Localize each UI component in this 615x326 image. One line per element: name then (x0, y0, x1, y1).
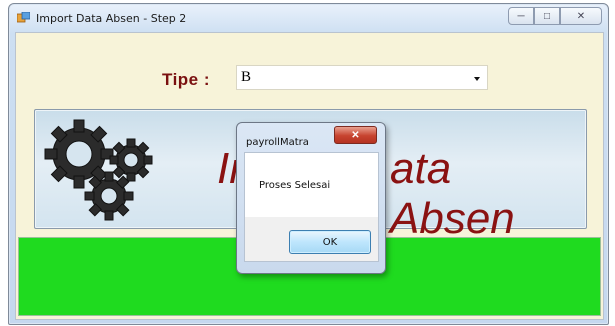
maximize-icon: □ (543, 10, 551, 22)
close-button[interactable]: ✕ (560, 7, 602, 25)
maximize-button[interactable]: □ (534, 7, 560, 25)
minimize-icon: ─ (517, 10, 525, 22)
tipe-dropdown[interactable]: B (236, 65, 488, 90)
close-icon: ✕ (351, 129, 360, 141)
dialog-footer: OK (244, 217, 379, 262)
app-icon (17, 12, 30, 23)
tipe-label: Tipe : (162, 70, 211, 89)
dialog-body: Proses Selesai (244, 152, 379, 218)
minimize-button[interactable]: ─ (508, 7, 534, 25)
close-icon: ✕ (576, 10, 586, 22)
dialog-title: payrollMatra (246, 137, 309, 148)
gears-icon (44, 119, 153, 221)
caption-buttons: ─ □ ✕ (508, 7, 602, 25)
title-bar[interactable]: Import Data Absen - Step 2 ─ □ ✕ (9, 4, 608, 32)
dialog-message: Proses Selesai (259, 180, 331, 191)
dropdown-arrow-icon[interactable] (474, 77, 480, 81)
dialog-close-button[interactable]: ✕ (334, 126, 377, 144)
banner-title-right: ata Absen (390, 144, 515, 243)
ok-button[interactable]: OK (289, 230, 371, 254)
window-title: Import Data Absen - Step 2 (36, 12, 187, 25)
message-dialog: payrollMatra ✕ Proses Selesai OK (236, 122, 386, 274)
tipe-selected-value: B (241, 69, 252, 85)
